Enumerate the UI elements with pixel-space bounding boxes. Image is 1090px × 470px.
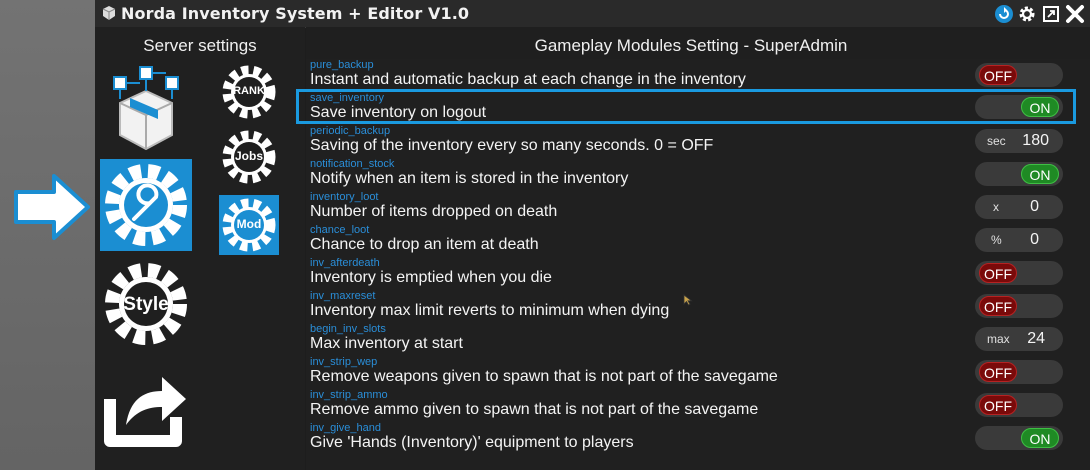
- toggle-state: ON: [1021, 164, 1059, 184]
- sidebar-title: Server settings: [143, 36, 257, 55]
- app-logo-icon: [102, 6, 116, 20]
- window-title: Norda Inventory System + Editor V1.0: [121, 4, 470, 23]
- setting-key: inv_afterdeath: [310, 257, 380, 269]
- setting-key: inventory_loot: [310, 191, 379, 203]
- refresh-button[interactable]: [994, 4, 1014, 24]
- setting-row-pure-backup: pure_backup Instant and automatic backup…: [306, 59, 1076, 92]
- title-bar: Norda Inventory System + Editor V1.0: [95, 0, 1090, 28]
- close-button[interactable]: [1065, 4, 1085, 24]
- setting-label: Chance to drop an item at death: [310, 236, 539, 253]
- setting-label: Number of items dropped on death: [310, 203, 558, 220]
- setting-label: Inventory is emptied when you die: [310, 269, 552, 286]
- setting-label: Give 'Hands (Inventory)' equipment to pl…: [310, 434, 634, 451]
- setting-row-chance-loot: chance_loot Chance to drop an item at de…: [306, 224, 1076, 257]
- input-chance-loot[interactable]: % 0: [975, 228, 1063, 252]
- setting-key: begin_inv_slots: [310, 323, 386, 335]
- mouse-cursor-icon: [683, 294, 693, 306]
- pointer-arrow-icon: [14, 174, 90, 240]
- setting-row-save-inventory: save_inventory Save inventory on logout …: [296, 89, 1076, 124]
- input-unit: max: [987, 332, 1010, 346]
- input-inventory-loot[interactable]: x 0: [975, 195, 1063, 219]
- close-icon: [1066, 5, 1084, 23]
- wrench-gear-icon: [105, 164, 187, 246]
- setting-key: inv_give_hand: [310, 422, 381, 434]
- setting-key: save_inventory: [310, 92, 384, 104]
- setting-label: Remove ammo given to spawn that is not p…: [310, 401, 759, 418]
- setting-key: inv_strip_ammo: [310, 389, 388, 401]
- rank-label: RANK: [233, 85, 265, 97]
- maximize-button[interactable]: [1041, 4, 1061, 24]
- sidebar-item-style[interactable]: Style: [100, 258, 192, 350]
- input-unit: x: [993, 200, 999, 214]
- sidebar-item-inventory[interactable]: [100, 63, 192, 155]
- setting-label: Save inventory on logout: [310, 104, 487, 121]
- toggle-state: OFF: [979, 395, 1017, 415]
- toggle-inv-give-hand[interactable]: ON: [975, 426, 1063, 450]
- submenu-jobs[interactable]: Jobs: [219, 127, 279, 187]
- box-network-icon: [113, 66, 179, 151]
- setting-key: pure_backup: [310, 59, 374, 71]
- input-begin-inv-slots[interactable]: max 24: [975, 327, 1063, 351]
- mod-label: Mod: [236, 217, 262, 231]
- setting-row-inventory-loot: inventory_loot Number of items dropped o…: [306, 191, 1076, 224]
- setting-key: chance_loot: [310, 224, 370, 236]
- setting-row-begin-inv-slots: begin_inv_slots Max inventory at start m…: [306, 323, 1076, 356]
- refresh-icon: [995, 5, 1013, 23]
- setting-label: Remove weapons given to spawn that is no…: [310, 368, 778, 385]
- toggle-state: ON: [1021, 97, 1059, 117]
- style-label: Style: [123, 294, 169, 315]
- input-value: 24: [1027, 330, 1045, 347]
- toggle-save-inventory[interactable]: ON: [975, 95, 1063, 119]
- setting-row-periodic-backup: periodic_backup Saving of the inventory …: [306, 125, 1076, 158]
- setting-label: Notify when an item is stored in the inv…: [310, 170, 629, 187]
- toggle-state: OFF: [979, 65, 1017, 85]
- toggle-inv-strip-ammo[interactable]: OFF: [975, 393, 1063, 417]
- toggle-notification-stock[interactable]: ON: [975, 162, 1063, 186]
- setting-row-notification-stock: notification_stock Notify when an item i…: [306, 158, 1076, 191]
- submenu-mod[interactable]: Mod: [219, 195, 279, 255]
- maximize-icon: [1043, 6, 1059, 22]
- toggle-inv-afterdeath[interactable]: OFF: [975, 261, 1063, 285]
- toggle-pure-backup[interactable]: OFF: [975, 63, 1063, 87]
- setting-label: Saving of the inventory every so many se…: [310, 137, 714, 154]
- setting-key: periodic_backup: [310, 125, 391, 137]
- setting-label: Inventory max limit reverts to minimum w…: [310, 302, 670, 319]
- settings-button[interactable]: [1017, 4, 1037, 24]
- toggle-state: OFF: [979, 263, 1017, 283]
- setting-label: Instant and automatic backup at each cha…: [310, 71, 746, 88]
- setting-row-inv-strip-wep: inv_strip_wep Remove weapons given to sp…: [306, 356, 1076, 389]
- setting-row-inv-afterdeath: inv_afterdeath Inventory is emptied when…: [306, 257, 1076, 290]
- submenu-rank[interactable]: RANK: [219, 62, 279, 122]
- toggle-state: ON: [1021, 428, 1059, 448]
- gear-icon: [1019, 6, 1035, 22]
- sidebar-item-export[interactable]: [100, 359, 192, 451]
- setting-label: Max inventory at start: [310, 335, 463, 352]
- setting-row-inv-strip-ammo: inv_strip_ammo Remove ammo given to spaw…: [306, 389, 1076, 422]
- sidebar-item-server-settings[interactable]: [100, 159, 192, 251]
- toggle-state: OFF: [979, 362, 1017, 382]
- jobs-label: Jobs: [234, 149, 263, 163]
- input-value: 0: [1030, 198, 1039, 215]
- toggle-inv-maxreset[interactable]: OFF: [975, 294, 1063, 318]
- main-panel: Gameplay Modules Setting - SuperAdmin pu…: [296, 27, 1090, 470]
- setting-key: inv_strip_wep: [310, 356, 378, 368]
- app-window: Norda Inventory System + Editor V1.0 Ser…: [95, 0, 1090, 470]
- page-title: Gameplay Modules Setting - SuperAdmin: [534, 36, 848, 55]
- share-arrow-icon: [104, 377, 186, 447]
- setting-row-inv-give-hand: inv_give_hand Give 'Hands (Inventory)' e…: [306, 422, 1076, 455]
- sidebar: Server settings Style RANK Jobs Mod: [95, 27, 305, 470]
- input-value: 180: [1022, 132, 1049, 149]
- input-unit: sec: [987, 134, 1006, 148]
- settings-list: pure_backup Instant and automatic backup…: [296, 59, 1090, 470]
- setting-key: inv_maxreset: [310, 290, 376, 302]
- setting-key: notification_stock: [310, 158, 395, 170]
- input-value: 0: [1030, 231, 1039, 248]
- toggle-inv-strip-wep[interactable]: OFF: [975, 360, 1063, 384]
- toggle-state: OFF: [979, 296, 1017, 316]
- input-unit: %: [991, 233, 1002, 247]
- input-periodic-backup[interactable]: sec 180: [975, 129, 1063, 153]
